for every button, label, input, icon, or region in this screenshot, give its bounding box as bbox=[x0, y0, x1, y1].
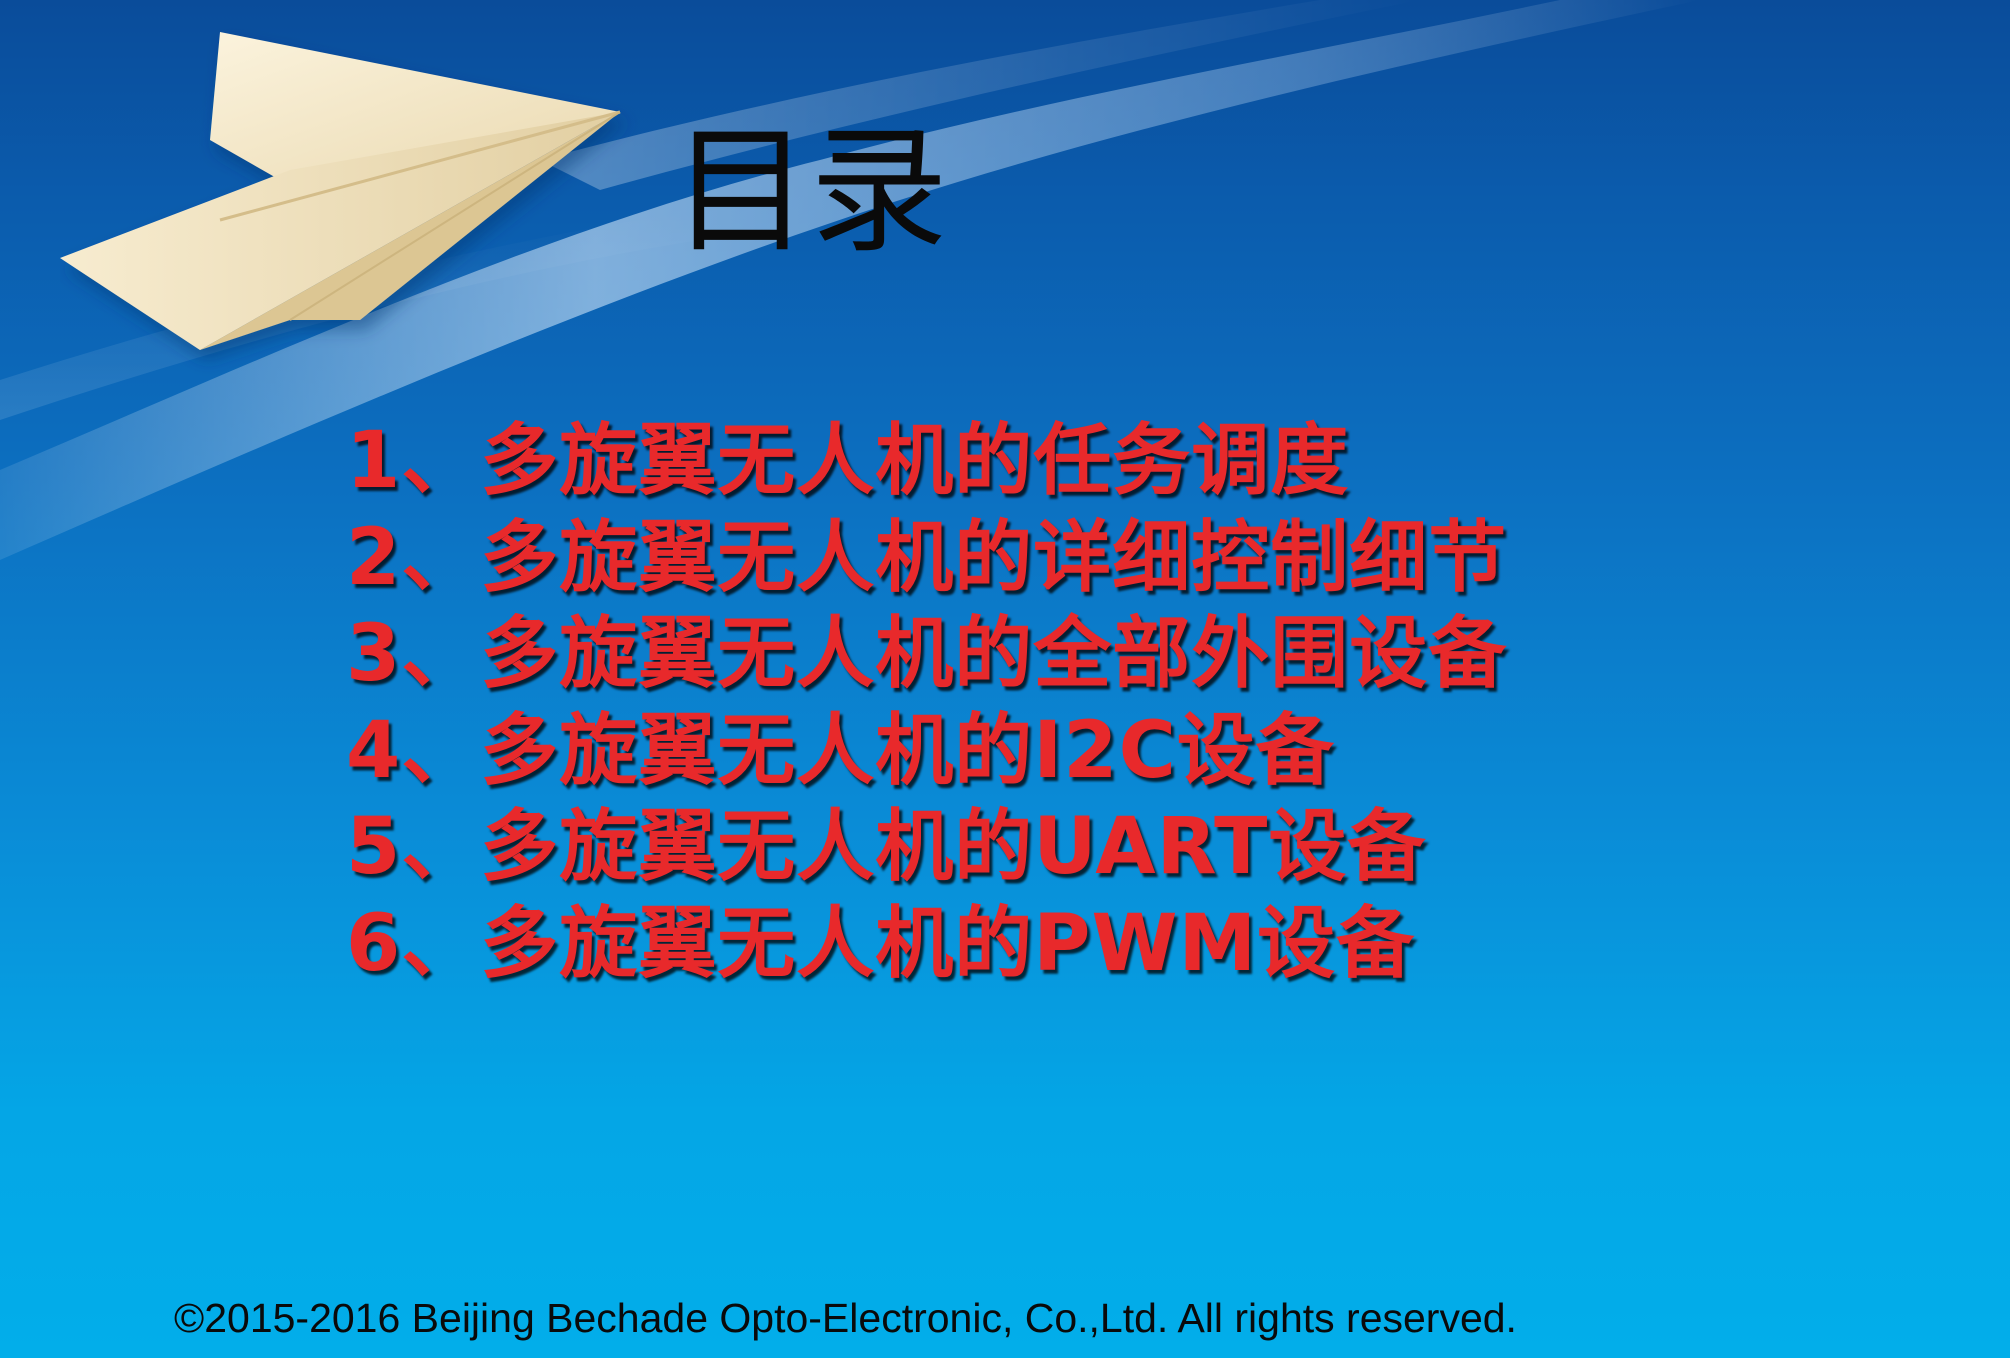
slide: 目录 1、多旋翼无人机的任务调度 2、多旋翼无人机的详细控制细节 3、多旋翼无人… bbox=[0, 0, 2010, 1358]
toc-item-1: 1、多旋翼无人机的任务调度 bbox=[346, 416, 1350, 506]
copyright-footer: ©2015-2016 Beijing Bechade Opto-Electron… bbox=[174, 1295, 1517, 1341]
table-of-contents: 1、多旋翼无人机的任务调度 2、多旋翼无人机的详细控制细节 3、多旋翼无人机的全… bbox=[346, 413, 1507, 992]
slide-title: 目录 bbox=[672, 111, 949, 272]
toc-item-2: 2、多旋翼无人机的详细控制细节 bbox=[346, 512, 1508, 603]
paper-plane-graphic bbox=[60, 32, 621, 350]
toc-item-4: 4、多旋翼无人机的I2C设备 bbox=[346, 705, 1335, 796]
toc-item-3: 3、多旋翼无人机的全部外围设备 bbox=[346, 609, 1508, 699]
toc-item-5: 5、多旋翼无人机的UART设备 bbox=[346, 802, 1427, 892]
toc-item-6: 6、多旋翼无人机的PWM设备 bbox=[346, 898, 1416, 989]
